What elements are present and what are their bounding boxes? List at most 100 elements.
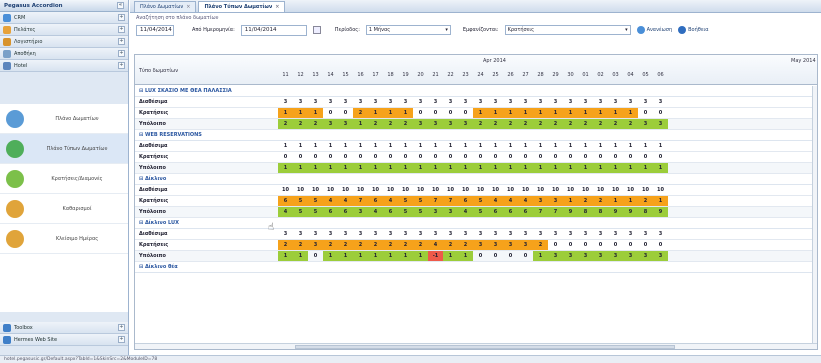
grid-cell[interactable]: 3 [323, 97, 338, 107]
grid-cell[interactable]: 3 [353, 97, 368, 107]
grid-cell[interactable]: 1 [503, 108, 518, 118]
grid-cell[interactable]: 4 [278, 207, 293, 217]
grid-cell[interactable]: 2 [293, 240, 308, 250]
grid-cell[interactable]: 2 [578, 196, 593, 206]
grid-cell[interactable]: 1 [563, 141, 578, 151]
grid-cell[interactable]: 1 [608, 196, 623, 206]
grid-cell[interactable]: 10 [323, 185, 338, 195]
grid-cell[interactable]: 1 [593, 141, 608, 151]
sidebar-item-3[interactable]: Αποθήκη + [0, 48, 128, 60]
grid-cell[interactable]: 2 [623, 119, 638, 129]
grid-cell[interactable]: 1 [413, 163, 428, 173]
grid-cell[interactable]: 3 [383, 97, 398, 107]
grid-cell[interactable]: 3 [578, 229, 593, 239]
grid-cell[interactable]: 3 [368, 229, 383, 239]
grid-cell[interactable]: 2 [533, 240, 548, 250]
grid-cell[interactable]: 3 [443, 119, 458, 129]
grid-cell[interactable]: 1 [518, 108, 533, 118]
grid-cell[interactable]: 3 [308, 240, 323, 250]
hotel-module-4[interactable]: Κλείσιμο Ημέρας [0, 224, 128, 254]
grid-cell[interactable]: 1 [323, 141, 338, 151]
grid-cell[interactable]: 3 [608, 97, 623, 107]
grid-cell[interactable]: 3 [578, 97, 593, 107]
grid-cell[interactable]: 2 [353, 240, 368, 250]
grid-cell[interactable]: 3 [488, 240, 503, 250]
grid-cell[interactable]: 1 [413, 251, 428, 261]
grid-cell[interactable]: 2 [518, 119, 533, 129]
grid-cell[interactable]: 10 [383, 185, 398, 195]
period-select[interactable]: 1 Μήνας ▾ [365, 25, 451, 35]
grid-cell[interactable]: 3 [278, 229, 293, 239]
expand-button[interactable]: + [118, 336, 125, 343]
grid-cell[interactable]: 0 [398, 152, 413, 162]
grid-cell[interactable]: 0 [653, 108, 668, 118]
grid-cell[interactable]: 1 [443, 163, 458, 173]
grid-cell[interactable]: 0 [473, 152, 488, 162]
grid-cell[interactable]: 2 [338, 240, 353, 250]
grid-cell[interactable]: 1 [488, 141, 503, 151]
grid-cell[interactable]: 1 [368, 251, 383, 261]
grid-cell[interactable]: 1 [578, 163, 593, 173]
grid-cell[interactable]: 4 [368, 207, 383, 217]
grid-cell[interactable]: 1 [548, 108, 563, 118]
grid-cell[interactable]: 4 [518, 196, 533, 206]
grid-cell[interactable]: 0 [518, 152, 533, 162]
grid-cell[interactable]: 1 [368, 163, 383, 173]
grid-cell[interactable]: 2 [308, 119, 323, 129]
grid-cell[interactable]: 0 [653, 152, 668, 162]
grid-cell[interactable]: 10 [353, 185, 368, 195]
grid-cell[interactable]: 1 [278, 251, 293, 261]
grid-cell[interactable]: 6 [338, 207, 353, 217]
grid-cell[interactable]: 0 [533, 152, 548, 162]
grid-cell[interactable]: 10 [638, 185, 653, 195]
grid-cell[interactable]: 2 [383, 119, 398, 129]
grid-cell[interactable]: 1 [278, 141, 293, 151]
grid-cell[interactable]: 0 [338, 152, 353, 162]
grid-cell[interactable]: 3 [308, 97, 323, 107]
grid-cell[interactable]: 5 [413, 196, 428, 206]
grid-cell[interactable]: 10 [548, 185, 563, 195]
grid-cell[interactable]: 8 [578, 207, 593, 217]
grid-cell[interactable]: 0 [503, 152, 518, 162]
grid-cell[interactable]: 8 [593, 207, 608, 217]
grid-cell[interactable]: 1 [293, 141, 308, 151]
sidebar-item-2[interactable]: Λογιστήριο + [0, 36, 128, 48]
grid-cell[interactable]: 1 [503, 163, 518, 173]
grid-cell[interactable]: 2 [278, 119, 293, 129]
grid-cell[interactable]: 1 [458, 163, 473, 173]
grid-cell[interactable]: 4 [383, 196, 398, 206]
grid-cell[interactable]: 3 [518, 229, 533, 239]
grid-cell[interactable]: 1 [608, 163, 623, 173]
grid-cell[interactable]: 10 [563, 185, 578, 195]
grid-cell[interactable]: 6 [503, 207, 518, 217]
grid-cell[interactable]: 3 [458, 97, 473, 107]
grid-cell[interactable]: 2 [383, 240, 398, 250]
grid-cell[interactable]: 0 [638, 152, 653, 162]
grid-cell[interactable]: 5 [308, 207, 323, 217]
room-type-group-header[interactable]: ⊟ Δίκλινο θέα [135, 262, 817, 273]
grid-cell[interactable]: 0 [623, 240, 638, 250]
grid-cell[interactable]: 1 [548, 163, 563, 173]
grid-cell[interactable]: 1 [308, 141, 323, 151]
grid-cell[interactable]: 5 [293, 196, 308, 206]
grid-cell[interactable]: 1 [488, 163, 503, 173]
grid-cell[interactable]: 7 [548, 207, 563, 217]
hotel-module-0[interactable]: Πλάνο Δωματίων [0, 104, 128, 134]
grid-cell[interactable]: 10 [503, 185, 518, 195]
grid-cell[interactable]: 2 [278, 240, 293, 250]
grid-cell[interactable]: 1 [563, 108, 578, 118]
grid-cell[interactable]: 1 [473, 163, 488, 173]
grid-cell[interactable]: 0 [623, 152, 638, 162]
grid-cell[interactable]: 9 [563, 207, 578, 217]
grid-cell[interactable]: 1 [338, 163, 353, 173]
grid-cell[interactable]: 2 [488, 119, 503, 129]
expand-button[interactable]: + [118, 38, 125, 45]
grid-cell[interactable]: 3 [503, 229, 518, 239]
grid-cell[interactable]: 9 [653, 207, 668, 217]
grid-cell[interactable]: 10 [368, 185, 383, 195]
grid-cell[interactable]: 1 [383, 163, 398, 173]
grid-cell[interactable]: 5 [308, 196, 323, 206]
grid-cell[interactable]: 2 [353, 108, 368, 118]
grid-cell[interactable]: 3 [593, 97, 608, 107]
grid-cell[interactable]: 0 [563, 240, 578, 250]
